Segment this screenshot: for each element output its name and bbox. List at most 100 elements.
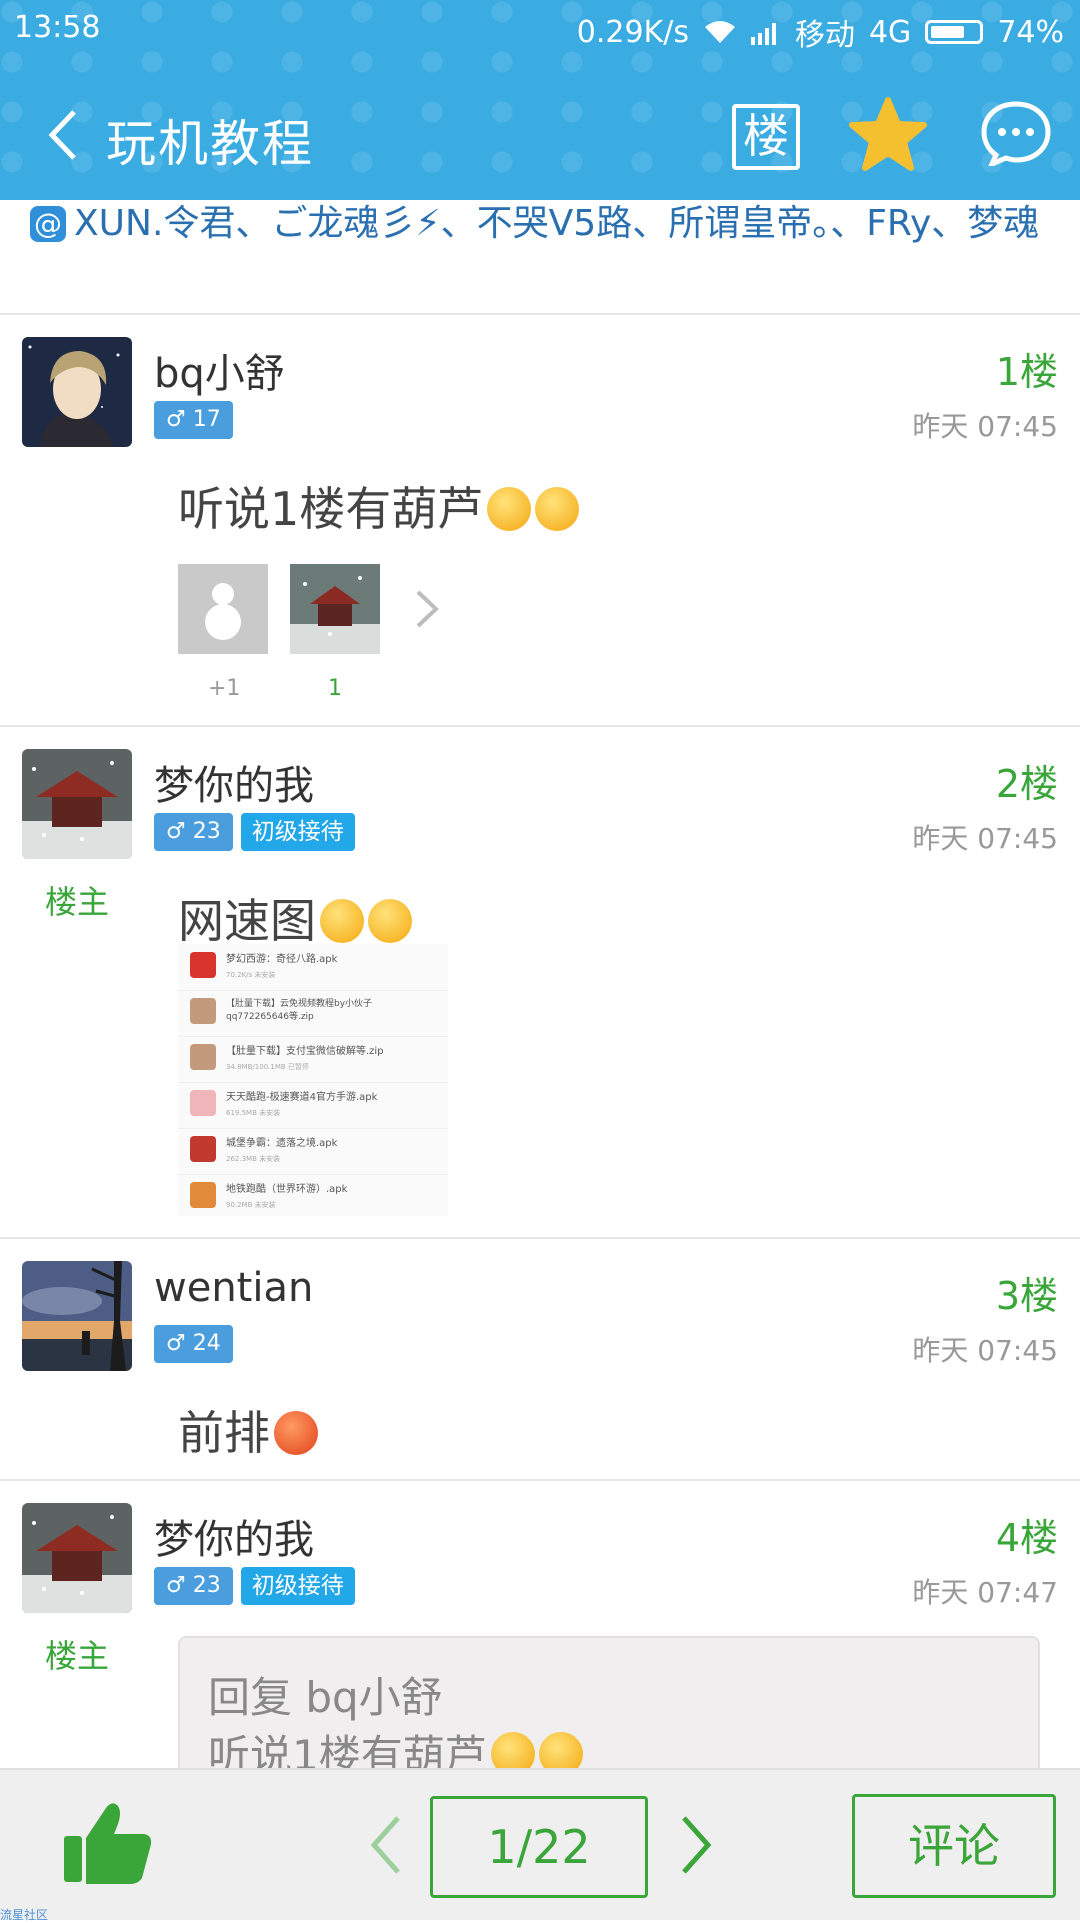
- username[interactable]: wentian: [154, 1265, 313, 1311]
- avatar[interactable]: [22, 1261, 132, 1371]
- network-type: 4G: [868, 14, 912, 50]
- user-badges: ♂ 17: [154, 401, 233, 439]
- comment-button[interactable]: 评论: [852, 1794, 1056, 1898]
- battery-percent: 74%: [997, 14, 1064, 50]
- app-icon: [190, 1136, 216, 1162]
- thumb-sub: 619.5MB 未安装: [226, 1109, 281, 1117]
- at-icon: @: [30, 206, 66, 242]
- status-bar: 13:58 0.29K/s 移动 4G 74%: [0, 0, 1080, 56]
- carrier-label: 移动: [794, 18, 855, 53]
- app-icon: [190, 952, 216, 978]
- mention-list[interactable]: @ XUN.令君、ご龙魂彡⚡、不哭V5路、所谓皇帝。、FRy、梦魂: [30, 200, 1040, 248]
- watermark: 流星社区: [0, 1908, 49, 1922]
- status-time: 13:58: [14, 10, 101, 45]
- avatar[interactable]: [22, 1503, 132, 1613]
- thumb-row: 地铁跑酷（世界环游）.apk 90.2MB 未安装: [178, 1174, 448, 1220]
- message-icon[interactable]: [980, 100, 1052, 166]
- rank-badge: 初级接待: [240, 1567, 355, 1605]
- dizzy-emoji-icon: [368, 899, 412, 943]
- avatar[interactable]: [22, 749, 132, 859]
- floor-number: 2楼: [995, 762, 1058, 806]
- next-page-chevron-icon[interactable]: [670, 1810, 720, 1880]
- username[interactable]: 梦你的我: [154, 1507, 314, 1565]
- gift-count: 1: [328, 676, 342, 701]
- floor-number: 1楼: [995, 350, 1058, 394]
- battery-icon: [925, 20, 984, 44]
- user-badges: ♂ 23 初级接待: [154, 813, 355, 851]
- username[interactable]: bq小舒: [154, 341, 285, 399]
- gift-more-chevron-icon[interactable]: [402, 564, 452, 654]
- signal-icon: [750, 23, 776, 45]
- post-floor-1: bq小舒 ♂ 17 1楼 昨天 07:45 听说1楼有葫芦: [0, 315, 1080, 727]
- floor-number: 3楼: [995, 1274, 1058, 1318]
- star-icon[interactable]: [848, 96, 928, 172]
- thumb-sub: 34.8MB/100.1MB 已暂停: [226, 1063, 309, 1071]
- thumb-name: 【肚量下载】支付宝微信破解等.zip: [226, 1046, 384, 1057]
- dizzy-emoji-icon: [320, 899, 364, 943]
- post-content: 网速图: [178, 885, 412, 951]
- battery-level: [931, 26, 965, 38]
- post-content: 听说1楼有葫芦: [178, 473, 580, 539]
- smile-emoji-icon: [535, 487, 580, 531]
- gender-level-badge: ♂ 23: [154, 1567, 233, 1605]
- thumb-name: 【肚量下载】云免视频教程by小伙子qq772265646等.zip: [226, 999, 373, 1022]
- smile-emoji-icon: [487, 487, 532, 531]
- post-text: 听说1楼有葫芦: [178, 482, 484, 536]
- gourd-gift-icon[interactable]: [178, 564, 268, 654]
- wifi-icon: [704, 21, 735, 43]
- post-text: 网速图: [178, 894, 316, 948]
- gender-level-badge: ♂ 23: [154, 813, 233, 851]
- jump-floor-button[interactable]: 楼: [732, 104, 800, 170]
- avatar[interactable]: [22, 337, 132, 447]
- reply-quote[interactable]: 回复 bq小舒 听说1楼有葫芦: [178, 1636, 1040, 1780]
- app-icon: [190, 1090, 216, 1116]
- thumb-name: 梦幻西游：奇径八路.apk: [226, 954, 338, 965]
- thumb-row: 【肚量下载】云免视频教程by小伙子qq772265646等.zip: [178, 990, 448, 1037]
- thumb-row: 天天酷跑-极速赛道4官方手游.apk 619.5MB 未安装: [178, 1082, 448, 1129]
- thumb-name: 城堡争霸：遗落之境.apk: [226, 1138, 338, 1149]
- post-content: 前排: [178, 1397, 318, 1463]
- status-right: 0.29K/s 移动 4G 74%: [577, 10, 1064, 54]
- username[interactable]: 梦你的我: [154, 753, 314, 811]
- user-badges: ♂ 23 初级接待: [154, 1567, 355, 1605]
- nav-bar: 玩机教程 楼: [0, 70, 1080, 200]
- post-text: 前排: [178, 1406, 270, 1460]
- gift-avatar[interactable]: [290, 564, 380, 654]
- user-badges: ♂ 24: [154, 1325, 233, 1363]
- post-time: 昨天 07:45: [912, 822, 1058, 855]
- thumb-row: 【肚量下载】支付宝微信破解等.zip 34.8MB/100.1MB 已暂停: [178, 1036, 448, 1083]
- thumb-sub: 262.3MB 未安装: [226, 1155, 281, 1163]
- gift-count: +1: [208, 676, 241, 701]
- post-image[interactable]: 梦幻西游：奇径八路.apk 70.2K/s 未安装 【肚量下载】云免视频教程by…: [178, 944, 448, 1216]
- thumb-row: 城堡争霸：遗落之境.apk 262.3MB 未安装: [178, 1128, 448, 1175]
- archive-icon: [190, 998, 216, 1024]
- thumb-name: 天天酷跑-极速赛道4官方手游.apk: [226, 1092, 378, 1103]
- post-time: 昨天 07:45: [912, 410, 1058, 443]
- mention-bar: @ XUN.令君、ご龙魂彡⚡、不哭V5路、所谓皇帝。、FRy、梦魂: [0, 200, 1080, 315]
- thumb-sub: 70.2K/s 未安装: [226, 971, 276, 979]
- page-title: 玩机教程: [106, 115, 314, 173]
- thumb-sub: 90.2MB 未安装: [226, 1201, 276, 1209]
- rank-badge: 初级接待: [240, 813, 355, 851]
- thumb-row: 梦幻西游：奇径八路.apk 70.2K/s 未安装: [178, 944, 448, 991]
- thumb-name: 地铁跑酷（世界环游）.apk: [226, 1184, 348, 1195]
- archive-icon: [190, 1044, 216, 1070]
- network-speed: 0.29K/s: [576, 14, 689, 50]
- gender-level-badge: ♂ 17: [154, 401, 233, 439]
- smirk-emoji-icon: [274, 1411, 318, 1455]
- mention-names: XUN.令君、ご龙魂彡⚡、不哭V5路、所谓皇帝。、FRy、梦魂: [74, 203, 1040, 244]
- app-header: 13:58 0.29K/s 移动 4G 74% 玩机教程 楼: [0, 0, 1080, 200]
- reply-to: 回复 bq小舒: [208, 1673, 443, 1722]
- thumbs-up-icon[interactable]: [60, 1794, 156, 1890]
- gift-row: [178, 564, 452, 654]
- bottom-bar: 1/22 评论: [0, 1768, 1080, 1920]
- owner-tag: 楼主: [44, 1637, 109, 1675]
- post-time: 昨天 07:47: [912, 1576, 1058, 1609]
- page-indicator[interactable]: 1/22: [430, 1796, 648, 1898]
- app-icon: [190, 1182, 216, 1208]
- back-arrow-icon[interactable]: [36, 100, 96, 170]
- floor-number: 4楼: [995, 1516, 1058, 1560]
- prev-page-chevron-icon[interactable]: [362, 1810, 412, 1880]
- post-floor-2: 楼主 梦你的我 ♂ 23 初级接待 2楼 昨天 07:45 网速图: [0, 727, 1080, 1239]
- owner-tag: 楼主: [44, 883, 109, 921]
